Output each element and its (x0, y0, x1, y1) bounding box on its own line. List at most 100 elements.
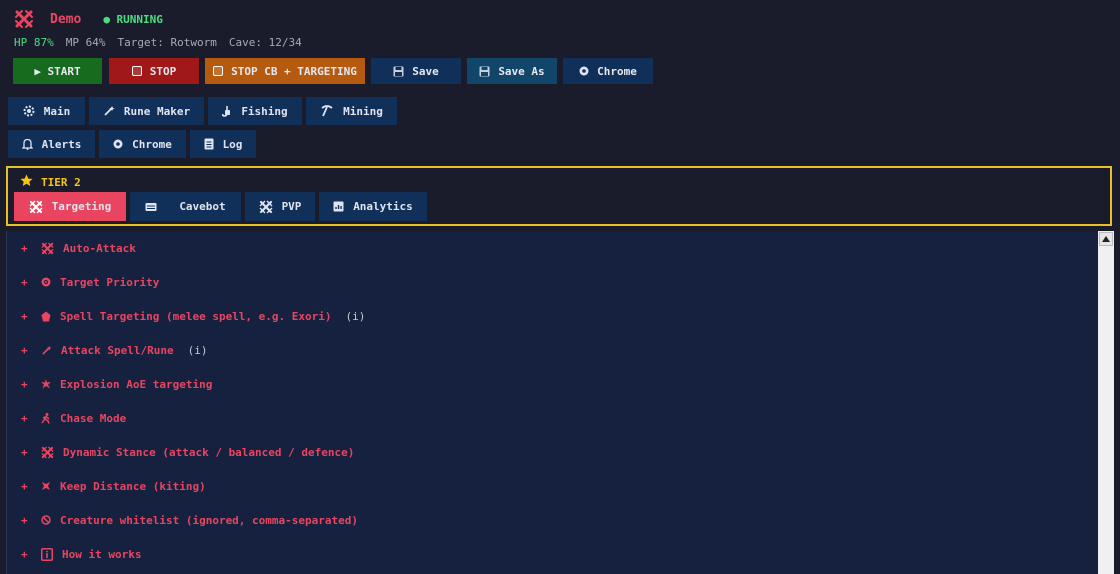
chrome-icon (113, 139, 123, 149)
status-badge: ● RUNNING (103, 12, 163, 26)
tier-panel: TIER 2 Targeting Cavebot PVP Analytics (6, 166, 1112, 226)
stop-cb-targeting-button[interactable]: STOP CB + TARGETING (205, 58, 365, 84)
wand-icon (103, 105, 115, 117)
section-chase-mode[interactable]: + Chase Mode (21, 408, 126, 428)
floppy-disk-icon (393, 66, 404, 77)
crossed-swords-icon (41, 445, 54, 459)
tab-fishing[interactable]: Fishing (208, 97, 302, 125)
crossed-swords-icon (29, 200, 43, 214)
cave-readout: Cave: 12/34 (228, 36, 302, 49)
info-icon (41, 547, 53, 561)
section-label: How it works (62, 547, 142, 561)
subtab-analytics[interactable]: Analytics (319, 192, 427, 221)
tab-log[interactable]: Log (190, 130, 256, 158)
section-target-priority[interactable]: + Target Priority (21, 272, 159, 292)
tab-label: Fishing (241, 104, 288, 118)
gear-icon (23, 105, 35, 117)
stop-cb-label: STOP CB + TARGETING (231, 64, 357, 78)
save-button[interactable]: Save (371, 58, 461, 84)
section-label: Creature whitelist (ignored, comma-separ… (60, 513, 359, 527)
expand-icon: + (21, 445, 28, 459)
info-hint[interactable]: (i) (346, 310, 366, 323)
tab-mining[interactable]: Mining (306, 97, 397, 125)
save-label: Save (412, 64, 439, 78)
mp-readout: MP 64% (65, 36, 106, 49)
subtab-cavebot[interactable]: Cavebot (130, 192, 241, 221)
bell-icon (21, 138, 33, 150)
app-title: Demo (50, 11, 82, 27)
tab-main[interactable]: Main (8, 97, 85, 125)
prohibited-icon (41, 515, 51, 525)
section-explosion-aoe[interactable]: + Explosion AoE targeting (21, 374, 212, 394)
crossed-swords-icon (41, 241, 54, 255)
save-as-button[interactable]: Save As (467, 58, 557, 84)
tab-alerts[interactable]: Alerts (8, 130, 95, 158)
hp-readout: HP 87% (14, 36, 54, 49)
stats-bar: HP 87% MP 64% Target: Rotworm Cave: 12/3… (14, 36, 314, 49)
expand-icon: + (21, 547, 28, 561)
section-label: Attack Spell/Rune (61, 343, 174, 357)
chrome-button[interactable]: Chrome (563, 58, 653, 84)
star-icon (20, 174, 33, 190)
tier-label: TIER 2 (20, 174, 81, 190)
info-hint[interactable]: (i) (188, 344, 208, 357)
section-auto-attack[interactable]: + Auto-Attack (21, 238, 136, 258)
section-creature-whitelist[interactable]: + Creature whitelist (ignored, comma-sep… (21, 510, 358, 530)
tab-label: Log (222, 137, 243, 151)
subtab-label: PVP (281, 200, 302, 213)
fishing-hook-icon (222, 105, 232, 117)
expand-icon: + (21, 411, 28, 425)
pickaxe-icon (320, 105, 334, 117)
expand-icon: + (21, 377, 28, 391)
sections-panel: + Auto-Attack + Target Priority + Spell … (6, 231, 1098, 574)
floppy-disk-icon (479, 66, 490, 77)
wand-icon (41, 345, 52, 356)
tab-label: Mining (343, 104, 383, 118)
expand-icon: + (21, 479, 28, 493)
cavebot-icon (145, 202, 157, 212)
subtab-targeting[interactable]: Targeting (14, 192, 126, 221)
expand-icon: + (21, 343, 28, 357)
start-label: ▶ START (34, 64, 81, 78)
log-icon (204, 138, 214, 150)
expand-icon: + (21, 241, 28, 255)
crossed-swords-icon (259, 200, 273, 214)
tab-label: Main (43, 104, 71, 118)
section-label: Explosion AoE targeting (60, 377, 213, 391)
stop-icon (213, 66, 224, 76)
expand-icon: + (21, 513, 28, 527)
tab-label: Rune Maker (123, 104, 191, 118)
app-header: Demo ● RUNNING (14, 9, 163, 29)
section-how-it-works[interactable]: + How it works (21, 544, 141, 564)
crossed-swords-icon (15, 10, 33, 28)
section-dynamic-stance[interactable]: + Dynamic Stance (attack / balanced / de… (21, 442, 354, 462)
target-icon (41, 277, 51, 287)
stop-label: STOP (149, 64, 177, 78)
stop-button[interactable]: STOP (109, 58, 199, 84)
vertical-scrollbar[interactable] (1098, 231, 1114, 574)
stop-icon (131, 66, 142, 76)
section-keep-distance[interactable]: + Keep Distance (kiting) (21, 476, 206, 496)
subtab-label: Analytics (353, 200, 413, 213)
tab-rune-maker[interactable]: Rune Maker (89, 97, 204, 125)
subtab-pvp[interactable]: PVP (245, 192, 315, 221)
scroll-up-arrow-icon[interactable] (1099, 232, 1113, 246)
section-attack-spell-rune[interactable]: + Attack Spell/Rune (i) (21, 340, 207, 360)
tab-label: Chrome (132, 137, 172, 151)
save-as-label: Save As (498, 64, 545, 78)
chrome-icon (579, 66, 589, 76)
section-label: Spell Targeting (melee spell, e.g. Exori… (60, 309, 332, 323)
kite-icon (41, 481, 51, 491)
section-label: Chase Mode (60, 411, 127, 425)
expand-icon: + (21, 309, 28, 323)
tab-chrome[interactable]: Chrome (99, 130, 186, 158)
section-label: Dynamic Stance (attack / balanced / defe… (63, 445, 355, 459)
section-spell-targeting[interactable]: + Spell Targeting (melee spell, e.g. Exo… (21, 306, 365, 326)
subtab-label: Targeting (51, 200, 112, 213)
tier-text: TIER 2 (41, 175, 81, 189)
section-label: Auto-Attack (63, 241, 136, 255)
start-button[interactable]: ▶ START (13, 58, 102, 84)
section-label: Keep Distance (kiting) (60, 479, 206, 493)
section-label: Target Priority (60, 275, 160, 289)
explosion-icon (41, 379, 51, 389)
